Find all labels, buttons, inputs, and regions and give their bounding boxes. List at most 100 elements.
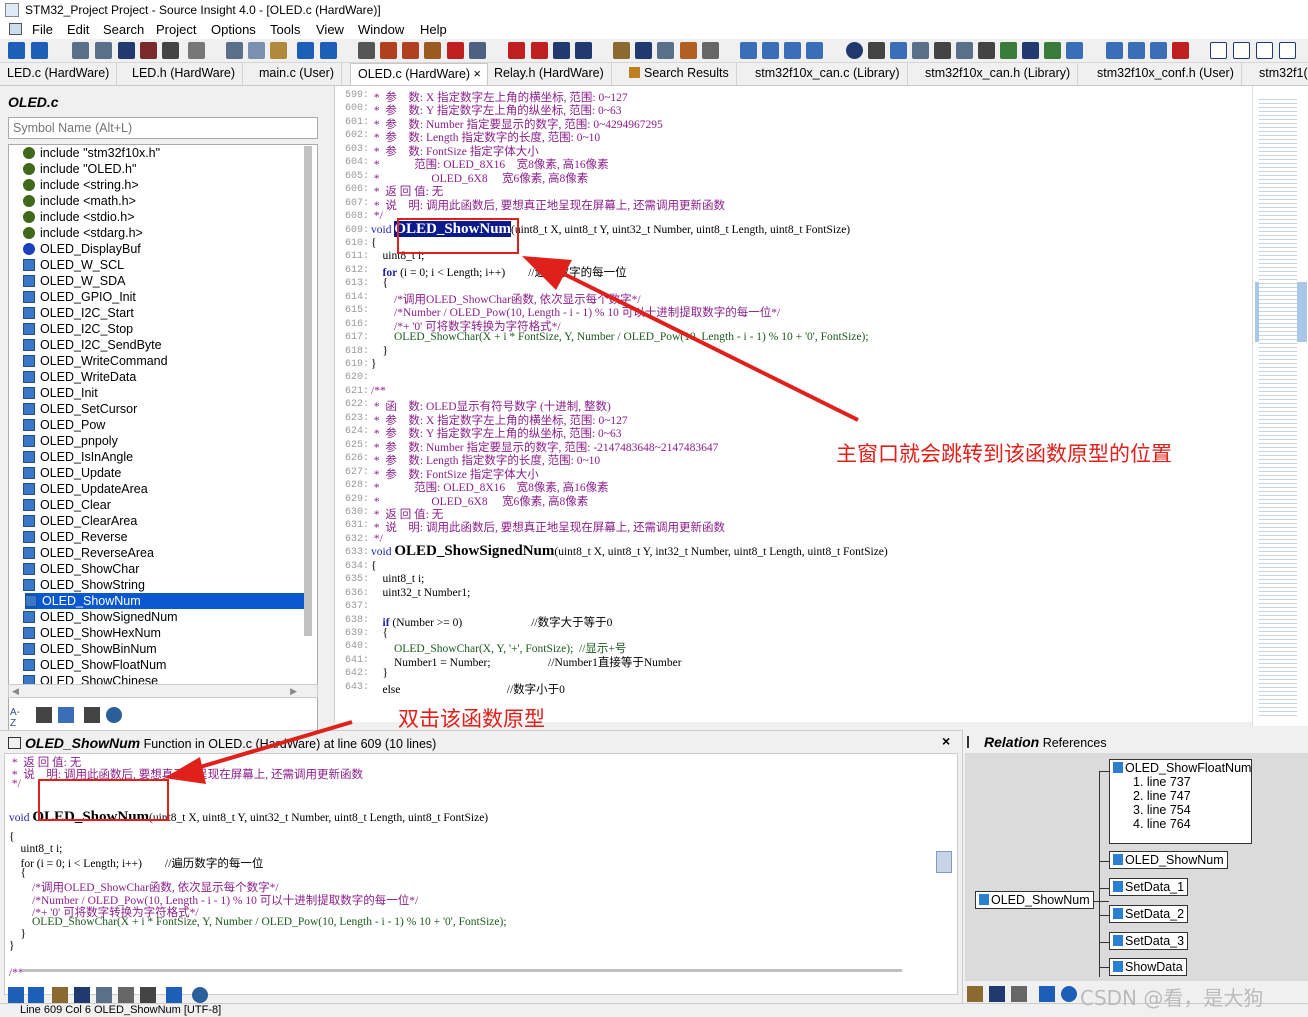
lock-icon[interactable] [166,987,182,1003]
back-icon[interactable] [8,42,25,59]
tab-main-c[interactable]: main.c (User) [252,63,343,85]
toolbar-icon-6[interactable] [469,42,486,59]
copy-icon[interactable] [248,42,265,59]
symbol-list-item[interactable]: OLED_I2C_Start [23,305,134,321]
view-icon-3[interactable] [912,42,929,59]
window-icon-1[interactable] [740,42,757,59]
bookmark-icon-3[interactable] [553,42,570,59]
symbol-list-item[interactable]: include "stm32f10x.h" [23,145,160,161]
view-icon-9[interactable] [1044,42,1061,59]
close-file-icon[interactable] [162,42,179,59]
bookmark-icon-4[interactable] [575,42,592,59]
symbol-list-item[interactable]: OLED_Clear [23,497,111,513]
symbol-list-item[interactable]: OLED_WriteCommand [23,353,168,369]
toolbar-icon-2[interactable] [380,42,397,59]
symbol-list-item[interactable]: OLED_WriteData [23,369,136,385]
menu-project[interactable]: Project [156,22,196,37]
menu-file[interactable]: File [32,22,53,37]
context-forward-icon[interactable] [28,987,44,1003]
symbol-list-item[interactable]: OLED_UpdateArea [23,481,148,497]
overview-scrollbar[interactable] [1252,86,1308,726]
menu-window[interactable]: Window [358,22,404,37]
symbol-icon-3[interactable] [657,42,674,59]
format-icon-1[interactable] [1106,42,1123,59]
symbol-list-item[interactable]: OLED_Reverse [23,529,128,545]
relation-ref-line-4[interactable]: 4. line 764 [1113,817,1248,831]
toolbar-icon-5[interactable] [447,42,464,59]
symbol-scroll-thumb[interactable] [304,146,312,636]
paste-icon[interactable] [270,42,287,59]
relation-lock-icon[interactable] [1039,986,1055,1002]
symbol-list-item[interactable]: OLED_Pow [23,417,105,433]
view-icon-2[interactable] [890,42,907,59]
scroll-right-icon[interactable]: ▶ [290,686,297,697]
function-name[interactable]: OLED_ShowSignedNum [394,543,554,559]
view-icon-8[interactable] [1022,42,1039,59]
relation-node-floatnum[interactable]: OLED_ShowFloatNum 1. line 737 2. line 74… [1109,759,1252,844]
relation-node-setdata2[interactable]: SetData_2 [1109,905,1189,923]
tab-oled-c[interactable]: OLED.c (HardWare) × [350,63,488,85]
toolbar-icon-4[interactable] [424,42,441,59]
relation-node-showdata[interactable]: ShowData [1109,958,1187,976]
symbol-list-item[interactable]: OLED_GPIO_Init [23,289,136,305]
context-gear-icon[interactable] [192,987,208,1003]
symbol-list-item[interactable]: OLED_ReverseArea [23,545,154,561]
toolbar-icon-1[interactable] [358,42,375,59]
save-all-icon[interactable] [140,42,157,59]
context-icon-5[interactable] [140,987,156,1003]
symbol-list-item[interactable]: OLED_ShowNum [25,593,310,609]
relation-icon-1[interactable] [967,986,983,1002]
symbol-list-item[interactable]: include "OLED.h" [23,161,136,177]
cut-icon[interactable] [226,42,243,59]
tab-led-h[interactable]: LED.h (HardWare) [125,63,244,85]
forward-icon[interactable] [31,42,48,59]
symbol-list-item[interactable]: OLED_ShowSignedNum [23,609,178,625]
view-icon-6[interactable] [978,42,995,59]
relation-node-shownum[interactable]: OLED_ShowNum [1109,851,1228,869]
symbol-list-item[interactable]: OLED_ShowChar [23,561,139,577]
relation-graph[interactable]: OLED_ShowNum OLED_ShowFloatNum 1. line 7… [965,753,1308,981]
relation-ref-line-1[interactable]: 1. line 737 [1113,775,1248,789]
tab-stm32f10x-can-c[interactable]: stm32f10x_can.c (Library) [748,63,908,85]
symbol-list-item[interactable]: include <stdio.h> [23,209,135,225]
new-file-icon[interactable] [72,42,89,59]
context-hscrollbar[interactable] [22,969,902,972]
symbol-icon-5[interactable] [702,42,719,59]
window-icon-3[interactable] [784,42,801,59]
bookmark-icon-2[interactable] [531,42,548,59]
letter-d-icon[interactable] [1279,42,1296,59]
tab-stm32f1-more[interactable]: stm32f1( [1252,63,1308,85]
category-icon[interactable] [58,707,74,723]
menu-edit[interactable]: Edit [67,22,89,37]
symbol-list-item[interactable]: OLED_SetCursor [23,401,137,417]
window-icon-4[interactable] [806,42,823,59]
symbol-list-item[interactable]: OLED_ShowHexNum [23,625,161,641]
symbol-icon-1[interactable] [613,42,630,59]
symbol-list-item[interactable]: OLED_ClearArea [23,513,137,529]
format-icon-3[interactable] [1150,42,1167,59]
save-icon[interactable] [118,42,135,59]
relation-node-setdata3[interactable]: SetData_3 [1109,932,1189,950]
menu-tools[interactable]: Tools [270,22,300,37]
context-icon-1[interactable] [52,987,68,1003]
tab-stm32f10x-conf-h[interactable]: stm32f10x_conf.h (User) [1090,63,1242,85]
tab-search-results[interactable]: Search Results [622,63,737,85]
scroll-left-icon[interactable]: ◀ [12,686,19,697]
symbol-list-item[interactable]: OLED_I2C_SendByte [23,337,162,353]
symbol-list-scrollbar[interactable] [302,146,316,686]
symbol-list-item[interactable]: OLED_ShowString [23,577,145,593]
symbol-list-item[interactable]: OLED_Init [23,385,98,401]
context-icon-2[interactable] [74,987,90,1003]
symbol-list-item[interactable]: OLED_W_SCL [23,257,124,273]
symbol-search-input[interactable] [8,117,318,139]
bookmark-icon-1[interactable] [508,42,525,59]
symbol-list-item[interactable]: OLED_ShowFloatNum [23,657,166,673]
context-back-icon[interactable] [8,987,24,1003]
symbol-list-item[interactable]: OLED_Update [23,465,121,481]
list-view-icon[interactable] [36,707,52,723]
relation-node-setdata1[interactable]: SetData_1 [1109,878,1189,896]
refresh-icon[interactable] [1061,986,1077,1002]
context-icon-4[interactable] [118,987,134,1003]
view-icon-10[interactable] [1066,42,1083,59]
symbol-list-item[interactable]: include <stdarg.h> [23,225,143,241]
